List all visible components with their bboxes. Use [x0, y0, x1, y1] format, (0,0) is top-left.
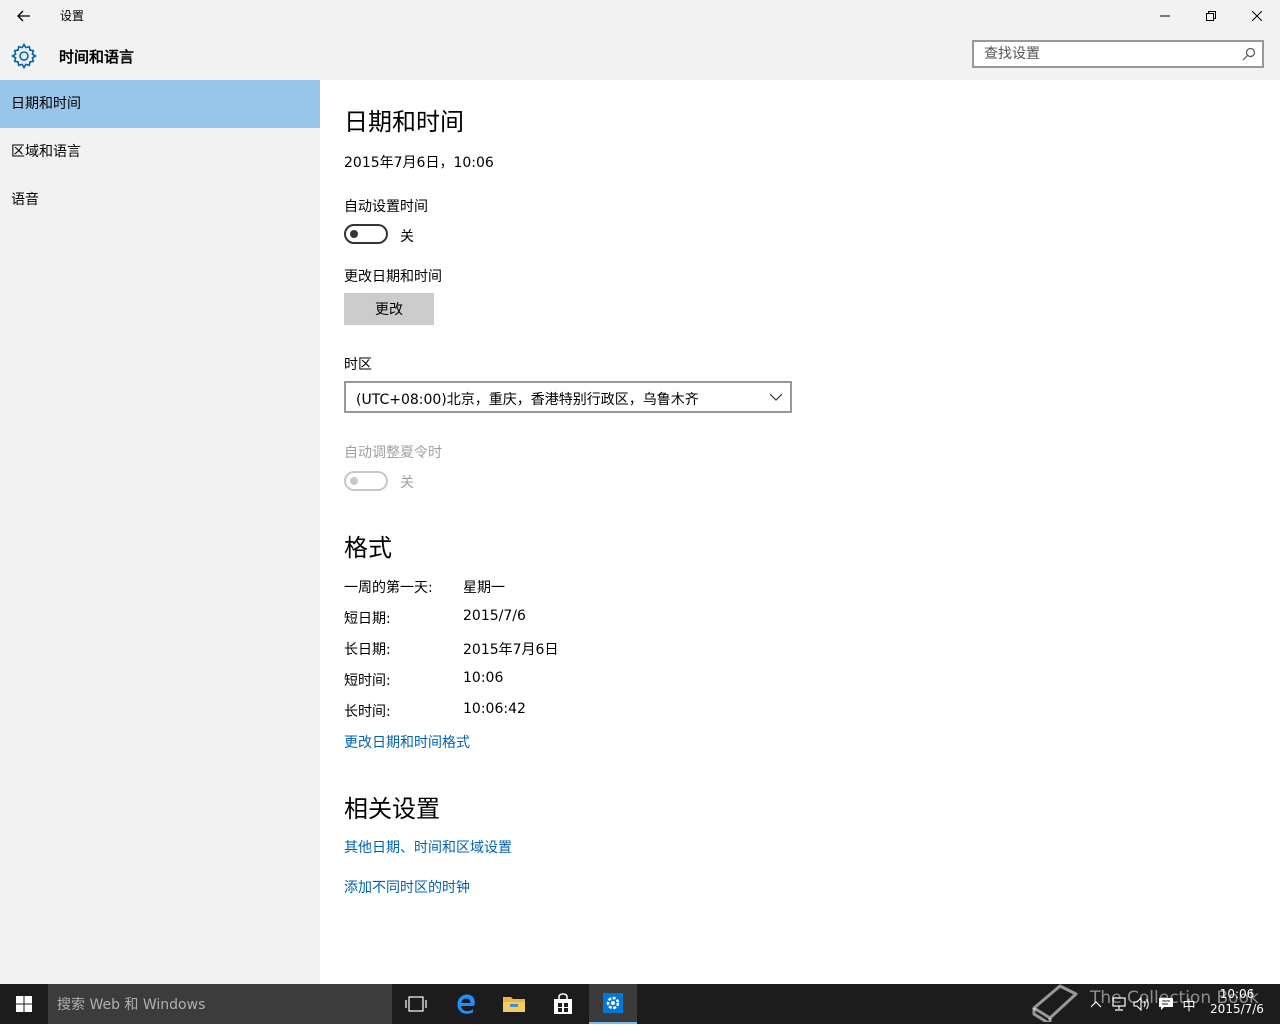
page-header: 时间和语言	[0, 32, 1280, 80]
format-heading: 格式	[344, 534, 392, 562]
chevron-down-icon	[770, 393, 782, 401]
format-row-label: 长时间:	[344, 704, 391, 720]
page-section-title: 时间和语言	[59, 48, 135, 66]
store-bag-icon	[554, 993, 572, 1014]
settings-search-box[interactable]	[972, 40, 1264, 68]
timezone-label: 时区	[344, 357, 372, 373]
format-row-value: 10:06:42	[463, 701, 526, 717]
change-datetime-button[interactable]: 更改	[344, 293, 434, 325]
timezone-selected-value: (UTC+08:00)北京，重庆，香港特别行政区，乌鲁木齐	[356, 392, 699, 408]
change-format-link[interactable]: 更改日期和时间格式	[344, 732, 470, 752]
edge-icon	[457, 994, 475, 1014]
add-clocks-link[interactable]: 添加不同时区的时钟	[344, 877, 470, 897]
watermark-text: The Collection Book	[1090, 988, 1259, 1008]
auto-time-label: 自动设置时间	[344, 199, 428, 215]
back-arrow-icon	[17, 10, 30, 22]
auto-time-state: 关	[400, 229, 414, 245]
sidebar-item-speech[interactable]: 语音	[0, 176, 320, 224]
page-title: 日期和时间	[344, 108, 464, 136]
sidebar: 日期和时间 区域和语言 语音	[0, 80, 320, 984]
format-row-label: 长日期:	[344, 642, 391, 658]
close-button[interactable]	[1234, 0, 1280, 32]
dst-label: 自动调整夏令时	[344, 445, 442, 461]
format-row-label: 短日期:	[344, 611, 391, 627]
settings-app-button[interactable]	[589, 984, 637, 1024]
format-row-label: 短时间:	[344, 673, 391, 689]
store-button[interactable]	[539, 984, 587, 1024]
title-bar: 设置	[0, 0, 1280, 32]
file-explorer-button[interactable]	[490, 984, 538, 1024]
current-datetime: 2015年7月6日，10:06	[344, 155, 494, 171]
other-datetime-region-link[interactable]: 其他日期、时间和区域设置	[344, 837, 512, 857]
dst-toggle[interactable]	[344, 471, 388, 491]
sidebar-item-region-language[interactable]: 区域和语言	[0, 128, 320, 176]
taskbar-search-input[interactable]	[48, 984, 389, 1026]
minimize-icon	[1160, 15, 1170, 17]
edge-browser-button[interactable]	[442, 984, 490, 1024]
back-button[interactable]	[8, 0, 40, 32]
format-row-value: 2015/7/6	[463, 608, 526, 624]
settings-search-input[interactable]	[974, 42, 1256, 66]
task-view-button[interactable]	[392, 984, 440, 1024]
watermark: The Collection Book	[1030, 976, 1270, 1024]
minimize-button[interactable]	[1142, 0, 1188, 32]
related-settings-heading: 相关设置	[344, 795, 440, 823]
search-icon[interactable]	[1242, 47, 1256, 61]
settings-gear-icon	[603, 993, 623, 1013]
start-button[interactable]	[0, 984, 48, 1024]
dst-state: 关	[400, 475, 414, 491]
windows-logo-icon	[16, 996, 32, 1012]
restore-icon	[1206, 11, 1216, 21]
task-view-icon	[405, 996, 427, 1012]
change-datetime-label: 更改日期和时间	[344, 269, 442, 285]
restore-button[interactable]	[1188, 0, 1234, 32]
format-row-label: 一周的第一天:	[344, 580, 433, 596]
format-row-value: 10:06	[463, 670, 504, 686]
window-title: 设置	[60, 9, 85, 23]
format-row-value: 2015年7月6日	[463, 642, 559, 658]
toggle-knob	[350, 230, 358, 238]
sidebar-item-date-time[interactable]: 日期和时间	[0, 80, 320, 128]
toggle-knob	[350, 477, 358, 485]
book-icon	[1032, 984, 1078, 1022]
close-icon	[1252, 11, 1262, 21]
taskbar-search-box[interactable]	[48, 984, 392, 1026]
timezone-dropdown[interactable]: (UTC+08:00)北京，重庆，香港特别行政区，乌鲁木齐	[344, 381, 792, 413]
gear-icon	[10, 42, 38, 70]
auto-time-toggle[interactable]	[344, 224, 388, 244]
folder-icon	[503, 997, 525, 1012]
format-row-value: 星期一	[463, 580, 505, 596]
main-content: 日期和时间 2015年7月6日，10:06 自动设置时间 关 更改日期和时间 更…	[320, 80, 1280, 984]
